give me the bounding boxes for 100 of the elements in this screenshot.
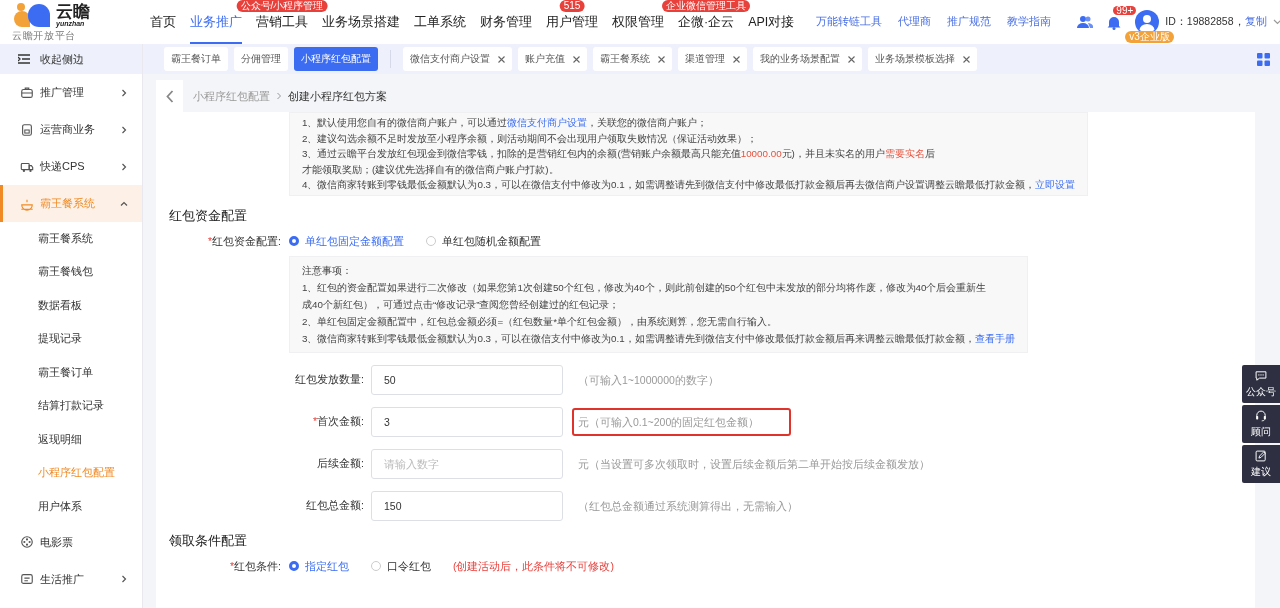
tab[interactable]: 业务场景模板选择: [868, 47, 977, 71]
chevron-right-icon: [120, 575, 128, 583]
notice-line: 2、建议勾选余额不足时发放至小程序余额，则活动期间不会出现用户领取失败情况（保证活动效果）；: [302, 131, 759, 146]
notice-line: 3、微信商家转账到零钱最低金额默认为0.3，可以在微信支付中修改为0.1，如需调整请先到微信支付中修改最低打款金额后再来调整云瞻最低打款金额，查看手册: [302, 331, 1015, 346]
users-icon[interactable]: [1077, 14, 1094, 30]
radio-option[interactable]: 单红包固定金额配置: [289, 233, 404, 248]
sidebar-subitem[interactable]: 数据看板: [0, 289, 142, 323]
input-field[interactable]: 3: [371, 406, 563, 437]
sidebar-subitem[interactable]: 霸王餐系统: [0, 222, 142, 256]
radio-option[interactable]: 单红包随机金额配置: [426, 233, 541, 248]
nav-badge: 公众号/小程序管理: [236, 0, 328, 12]
radio-option[interactable]: 指定红包: [289, 558, 349, 573]
field-hint: （红包总金额通过系统测算得出，无需输入）: [577, 498, 799, 514]
field-label: *红包条件:: [229, 558, 282, 573]
grid-icon[interactable]: [1257, 52, 1270, 66]
radio-option[interactable]: 口令红包: [371, 558, 431, 573]
chevron-right-icon: [120, 125, 128, 134]
back-button[interactable]: [156, 80, 183, 112]
nav-item[interactable]: API对接: [748, 14, 795, 44]
header-link[interactable]: 推广规范: [947, 15, 992, 29]
nav-item[interactable]: 工单系统: [414, 14, 466, 44]
warning-text: (创建活动后，此条件将不可修改): [453, 558, 614, 573]
nav-item[interactable]: 用户管理: [546, 14, 598, 44]
briefcase-icon: [20, 85, 34, 100]
tab[interactable]: 小程序红包配置: [294, 47, 378, 71]
chevron-right-icon: [120, 88, 128, 97]
nav-item[interactable]: 营销工具: [256, 14, 308, 44]
notice-line: 2、单红包固定金额配置中，红包总金额必须=（红包数量*单个红包金额），由系统测算，您无需自行输入。: [302, 314, 778, 329]
card-icon: [20, 572, 34, 586]
notice-line: 注意事项：: [302, 263, 353, 278]
logo-tagline: 云 瞻 开 放 平 台: [12, 30, 76, 43]
notice-line: 1、默认使用您自有的微信商户账户，可以通过微信支付商户设置，关联您的微信商户账户；: [302, 116, 709, 130]
close-icon[interactable]: [658, 55, 665, 63]
notice-link[interactable]: 立即设置: [1034, 179, 1075, 190]
header-link[interactable]: 教学指南: [1007, 15, 1052, 29]
input-field[interactable]: 50: [371, 364, 563, 395]
sidebar-item[interactable]: 生活推广: [0, 560, 142, 598]
sidebar-subitem[interactable]: 结算打款记录: [0, 389, 142, 423]
sidebar-subitem[interactable]: 用户体系: [0, 490, 142, 524]
float-button[interactable]: 顾问: [1242, 405, 1280, 443]
tab[interactable]: 账户充值: [518, 47, 587, 71]
nav-item[interactable]: 企微·企云: [678, 14, 735, 44]
nav-badge: 515: [559, 0, 585, 12]
sidebar-subitem[interactable]: 提现记录: [0, 322, 142, 356]
logo-name: 云瞻: [56, 3, 90, 20]
input-field[interactable]: 请输入数字: [371, 448, 563, 479]
tab[interactable]: 渠道管理: [678, 47, 747, 71]
nav-badge: 企业微信管理工具: [662, 0, 751, 12]
close-icon[interactable]: [733, 55, 740, 63]
document-icon: [20, 122, 34, 137]
sidebar-subitem[interactable]: 霸王餐钱包: [0, 255, 142, 289]
sidebar-item[interactable]: 快递CPS: [0, 148, 142, 185]
header-link[interactable]: 万能转链工具: [816, 15, 883, 29]
chat-bubble-icon: [1254, 369, 1268, 383]
field-hint: 元（可输入0.1~200的固定红包金额）: [572, 407, 792, 436]
chevron-right-icon: [276, 92, 282, 100]
tab[interactable]: 我的业务场景配置: [753, 47, 862, 71]
sidebar-item[interactable]: 运营商业务: [0, 111, 142, 148]
sidebar-item[interactable]: 推广管理: [0, 74, 142, 111]
sidebar-subitem[interactable]: 霸王餐订单: [0, 356, 142, 390]
copy-link[interactable]: 复制: [1244, 15, 1267, 29]
collapse-sidebar-button[interactable]: 收起侧边: [0, 44, 142, 74]
nav-item[interactable]: 首页: [150, 14, 176, 44]
section-title: 红包资金配置: [169, 207, 248, 224]
sidebar-subitem[interactable]: 返现明细: [0, 423, 142, 457]
bell-icon[interactable]: [1107, 14, 1122, 30]
plan-badge: v3企业版: [1125, 31, 1174, 43]
close-icon[interactable]: [573, 55, 580, 63]
logo-icon: [12, 1, 52, 29]
section-title: 领取条件配置: [169, 532, 248, 549]
close-icon[interactable]: [848, 55, 855, 63]
nav-item[interactable]: 权限管理: [612, 14, 664, 44]
sidebar-item[interactable]: 电影票: [0, 523, 142, 561]
tab[interactable]: 分佣管理: [234, 47, 288, 71]
close-icon[interactable]: [963, 55, 970, 63]
notice-link[interactable]: 微信支付商户设置: [507, 117, 588, 128]
field-label: *首次金额:: [312, 414, 365, 429]
float-button[interactable]: 建议: [1242, 445, 1280, 483]
chevron-down-icon[interactable]: [1272, 19, 1280, 25]
chevron-right-icon: [120, 162, 128, 171]
float-button[interactable]: 公众号: [1242, 365, 1280, 403]
tab[interactable]: 霸王餐系统: [593, 47, 672, 71]
user-id: ID：19882858，: [1165, 15, 1245, 29]
field-hint: （可输入1~1000000的数字）: [577, 372, 720, 388]
header-link[interactable]: 代理商: [898, 15, 932, 29]
tab[interactable]: 霸王餐订单: [164, 47, 228, 71]
notice-link[interactable]: 查看手册: [974, 332, 1015, 344]
nav-item[interactable]: 业务场景搭建: [322, 14, 400, 44]
tab[interactable]: 微信支付商户设置: [403, 47, 512, 71]
chevron-up-icon: [120, 199, 128, 208]
headset-icon: [1254, 409, 1268, 423]
close-icon[interactable]: [498, 55, 505, 63]
input-field[interactable]: 150: [371, 490, 563, 521]
field-label: 红包发放数量:: [294, 372, 365, 387]
chevron-left-icon: [165, 89, 174, 103]
nav-item[interactable]: 财务管理: [480, 14, 532, 44]
notice-line: 才能领取奖励；(建议优先选择自有的微信商户账户打款)。: [302, 162, 560, 177]
notice-line: 1、红包的资金配置如果进行二次修改（如果您第1次创建50个红包，修改为40个，则此前创建的50个红包中未发放的部分均将作废，修改为40个后会重新生: [302, 280, 988, 295]
notification-badge: 99+: [1113, 5, 1137, 15]
film-reel-icon: [20, 535, 34, 549]
